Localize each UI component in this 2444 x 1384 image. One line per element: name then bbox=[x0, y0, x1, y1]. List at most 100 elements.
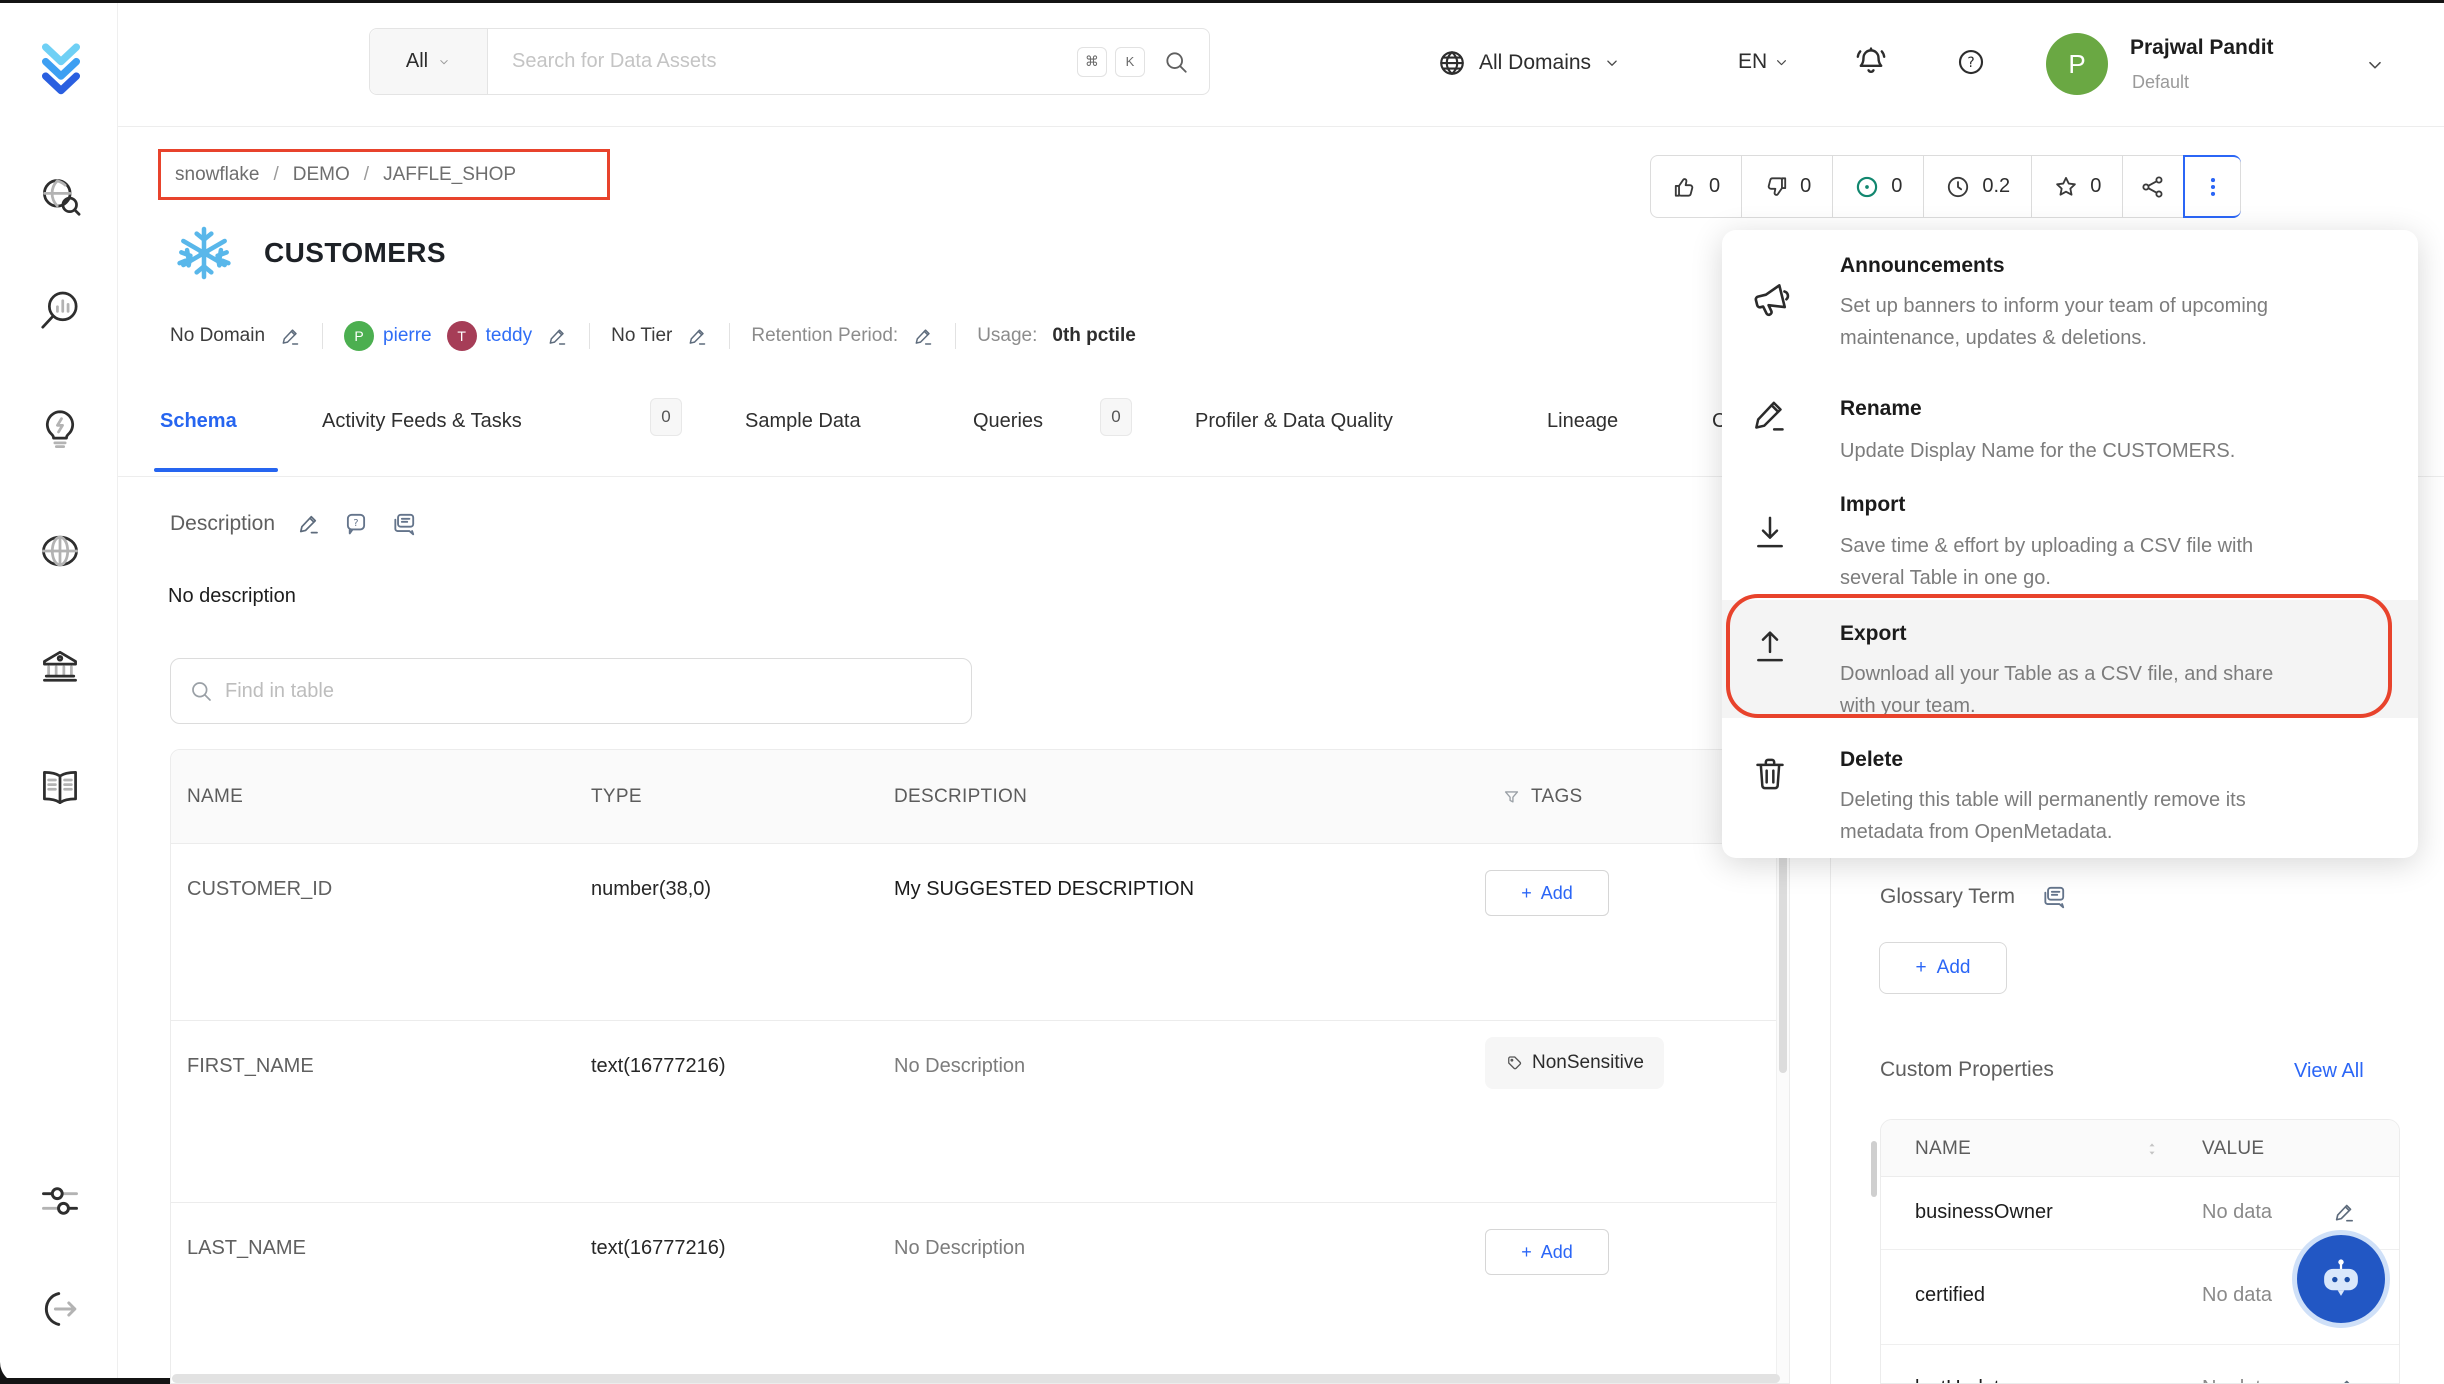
column-name[interactable]: FIRST_NAME bbox=[187, 1055, 314, 1078]
menu-item-title: Delete bbox=[1840, 748, 1903, 772]
edit-property-pencil-icon[interactable] bbox=[2333, 1377, 2356, 1384]
tab-schema[interactable]: Schema bbox=[160, 410, 237, 433]
svg-text:?: ? bbox=[353, 518, 358, 529]
more-actions-menu: Announcements Set up banners to inform y… bbox=[1722, 230, 2418, 858]
cp-header-name[interactable]: NAME bbox=[1915, 1120, 1971, 1177]
sidebar-item-settings[interactable] bbox=[38, 1179, 82, 1223]
tab-lineage[interactable]: Lineage bbox=[1547, 410, 1618, 433]
column-type: text(16777216) bbox=[591, 1055, 726, 1078]
notifications-button[interactable] bbox=[1854, 44, 1888, 78]
column-name[interactable]: LAST_NAME bbox=[187, 1237, 306, 1260]
left-sidebar bbox=[0, 3, 118, 1384]
breadcrumb-separator: / bbox=[274, 164, 279, 186]
edit-owners-pencil-icon[interactable] bbox=[547, 326, 568, 347]
page-title: CUSTOMERS bbox=[264, 237, 446, 269]
scrollbar-thumb[interactable] bbox=[1779, 848, 1787, 1073]
menu-item-description: Update Display Name for the CUSTOMERS. bbox=[1840, 435, 2274, 467]
search-input[interactable] bbox=[488, 50, 1077, 73]
edit-domain-pencil-icon[interactable] bbox=[280, 326, 301, 347]
chevron-down-icon bbox=[1773, 54, 1790, 71]
search-scope-select[interactable]: All bbox=[370, 29, 488, 94]
plus-icon: + bbox=[1916, 957, 1927, 979]
tab-activity-feeds-count: 0 bbox=[650, 398, 682, 436]
chatbot-button[interactable] bbox=[2292, 1230, 2390, 1328]
table-row: LAST_NAME text(16777216) No Description … bbox=[171, 1203, 1789, 1384]
column-header-description[interactable]: DESCRIPTION bbox=[894, 750, 1027, 844]
comments-icon[interactable] bbox=[391, 511, 417, 537]
tag-chip[interactable]: NonSensitive bbox=[1485, 1037, 1664, 1089]
upvote-count: 0 bbox=[1709, 175, 1720, 198]
tab-queries-count: 0 bbox=[1100, 398, 1132, 436]
menu-item-rename[interactable]: Rename Update Display Name for the CUSTO… bbox=[1722, 382, 2418, 474]
sidebar-item-insights[interactable] bbox=[38, 407, 82, 451]
breadcrumb-service[interactable]: snowflake bbox=[175, 164, 260, 186]
panel-scrollbar-thumb[interactable] bbox=[1871, 1141, 1877, 1197]
cp-row-value: No data bbox=[2202, 1201, 2272, 1224]
column-header-tags[interactable]: TAGS bbox=[1502, 750, 1583, 844]
column-header-name[interactable]: NAME bbox=[187, 750, 243, 844]
menu-item-announcements[interactable]: Announcements Set up banners to inform y… bbox=[1722, 246, 2418, 378]
domain-value[interactable]: No Domain bbox=[170, 325, 265, 347]
usage-label: Usage: bbox=[977, 325, 1037, 347]
star-button[interactable]: 0 bbox=[2032, 156, 2123, 217]
sidebar-item-glossary[interactable] bbox=[38, 765, 82, 809]
add-tag-button[interactable]: +Add bbox=[1485, 1229, 1609, 1275]
help-button[interactable]: ? bbox=[1956, 47, 1986, 77]
cp-header-value: VALUE bbox=[2202, 1120, 2264, 1177]
share-icon bbox=[2140, 174, 2166, 200]
sidebar-item-logout[interactable] bbox=[38, 1287, 82, 1331]
tab-sample-data[interactable]: Sample Data bbox=[745, 410, 861, 433]
owner-teddy[interactable]: T teddy bbox=[447, 321, 532, 351]
version-history-button[interactable]: 0.2 bbox=[1924, 156, 2032, 217]
horizontal-scrollbar[interactable] bbox=[172, 1374, 1780, 1383]
k-key-icon: K bbox=[1115, 47, 1145, 77]
language-label: EN bbox=[1738, 50, 1767, 74]
sidebar-item-govern[interactable] bbox=[38, 644, 82, 688]
menu-item-delete[interactable]: Delete Deleting this table will permanen… bbox=[1722, 734, 2418, 854]
owner-pierre[interactable]: P pierre bbox=[344, 321, 432, 351]
downvote-button[interactable]: 0 bbox=[1742, 156, 1833, 217]
tier-button[interactable]: 0 bbox=[1833, 156, 1924, 217]
find-in-table-input[interactable] bbox=[225, 680, 953, 703]
app-window: All ⌘ K All Domains EN ? P Prajwal Pandi… bbox=[0, 0, 2444, 1384]
cp-row-value: No data bbox=[2202, 1377, 2272, 1384]
tab-queries[interactable]: Queries bbox=[973, 410, 1043, 433]
upvote-button[interactable]: 0 bbox=[1651, 156, 1742, 217]
filter-funnel-icon[interactable] bbox=[1502, 788, 1521, 807]
column-name[interactable]: CUSTOMER_ID bbox=[187, 878, 332, 901]
column-header-type[interactable]: TYPE bbox=[591, 750, 642, 844]
chevron-down-icon bbox=[1603, 54, 1621, 72]
edit-property-pencil-icon[interactable] bbox=[2333, 1201, 2356, 1224]
more-actions-button[interactable] bbox=[2183, 155, 2241, 218]
search-icon[interactable] bbox=[1163, 49, 1189, 75]
share-button[interactable] bbox=[2123, 156, 2184, 217]
domain-selector[interactable]: All Domains bbox=[1437, 48, 1621, 78]
request-description-icon[interactable]: ? bbox=[343, 511, 369, 537]
tier-value[interactable]: No Tier bbox=[611, 325, 672, 347]
edit-tier-pencil-icon[interactable] bbox=[687, 326, 708, 347]
tab-profiler[interactable]: Profiler & Data Quality bbox=[1195, 410, 1393, 433]
language-selector[interactable]: EN bbox=[1738, 50, 1790, 74]
breadcrumb-database[interactable]: DEMO bbox=[293, 164, 350, 186]
menu-item-export[interactable]: Export Download all your Table as a CSV … bbox=[1722, 600, 2418, 718]
menu-item-import[interactable]: Import Save time & effort by uploading a… bbox=[1722, 478, 2418, 600]
openmetadata-logo[interactable] bbox=[30, 38, 92, 96]
sidebar-item-explore[interactable] bbox=[38, 175, 82, 219]
sidebar-item-domains[interactable] bbox=[38, 529, 82, 573]
view-all-link[interactable]: View All bbox=[2294, 1060, 2364, 1083]
description-header: Description ? bbox=[170, 511, 417, 537]
edit-description-pencil-icon[interactable] bbox=[297, 512, 321, 536]
sort-icon[interactable] bbox=[2143, 1120, 2161, 1177]
sidebar-item-observability[interactable] bbox=[38, 289, 82, 333]
edit-retention-pencil-icon[interactable] bbox=[913, 326, 934, 347]
add-glossary-term-button[interactable]: +Add bbox=[1879, 942, 2007, 994]
user-menu-chevron-icon[interactable] bbox=[2364, 54, 2386, 76]
schema-table-header: NAME TYPE DESCRIPTION TAGS bbox=[171, 750, 1789, 844]
user-avatar[interactable]: P bbox=[2046, 33, 2108, 95]
tab-activity-feeds[interactable]: Activity Feeds & Tasks bbox=[322, 410, 522, 433]
comments-icon[interactable] bbox=[2041, 884, 2067, 910]
breadcrumb-schema[interactable]: JAFFLE_SHOP bbox=[383, 164, 516, 186]
trash-icon bbox=[1750, 754, 1792, 796]
tier-count: 0 bbox=[1891, 175, 1902, 198]
add-tag-button[interactable]: +Add bbox=[1485, 870, 1609, 916]
